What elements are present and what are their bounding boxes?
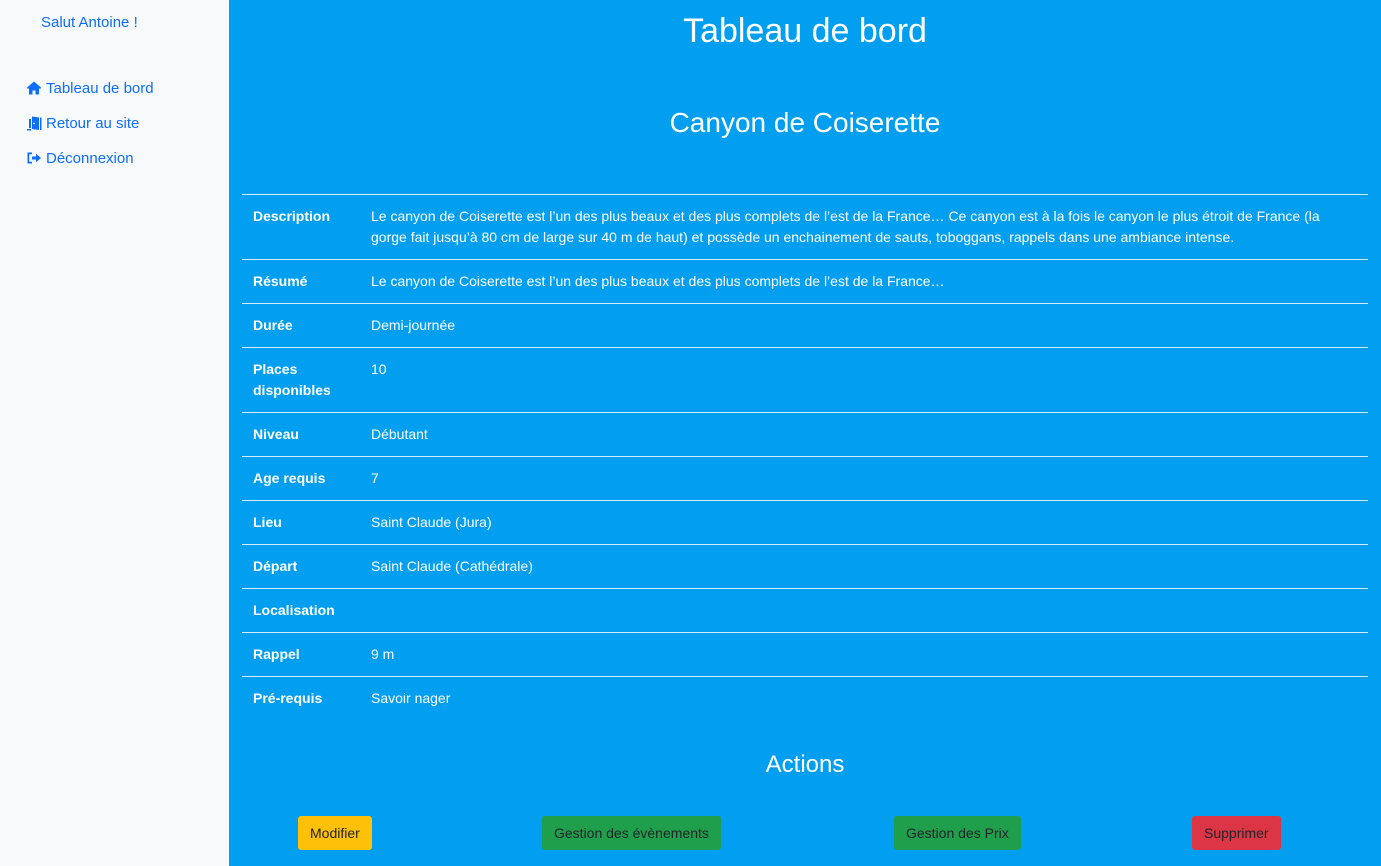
sign-out-icon <box>26 150 42 166</box>
row-value: Débutant <box>371 426 428 442</box>
row-value: Savoir nager <box>371 690 451 706</box>
row-value <box>371 589 1368 633</box>
sidebar-item-dashboard[interactable]: Tableau de bord <box>26 78 154 98</box>
sidebar: Salut Antoine ! Tableau de bord Retour a… <box>0 0 229 866</box>
sidebar-item-label: Déconnexion <box>46 149 134 167</box>
row-value: Le canyon de Coiserette est l’un des plu… <box>371 208 1320 245</box>
sidebar-item-label: Retour au site <box>46 114 140 132</box>
sidebar-item-back-to-site[interactable]: Retour au site <box>26 113 154 133</box>
modify-button[interactable]: Modifier <box>298 816 372 850</box>
row-value: Demi-journée <box>371 317 456 333</box>
row-value: Saint Claude (Cathédrale) <box>371 558 533 574</box>
table-row: Description Le canyon de Coiserette est … <box>242 194 1368 260</box>
table-row: Localisation <box>242 588 1368 633</box>
row-value: Saint Claude (Jura) <box>371 514 492 530</box>
page-title: Tableau de bord <box>683 12 927 50</box>
table-row: Lieu Saint Claude (Jura) <box>242 500 1368 545</box>
table-row: Places disponibles 10 <box>242 347 1368 413</box>
row-label: Résumé <box>253 273 308 289</box>
row-label: Localisation <box>253 602 335 618</box>
details-table: Description Le canyon de Coiserette est … <box>242 194 1368 720</box>
main-content: Tableau de bord Canyon de Coiserette Des… <box>229 0 1381 866</box>
table-row: Rappel 9 m <box>242 632 1368 677</box>
sidebar-item-logout[interactable]: Déconnexion <box>26 148 154 168</box>
row-label: Places disponibles <box>253 361 331 398</box>
sidebar-item-label: Tableau de bord <box>46 79 154 97</box>
manage-prices-button[interactable]: Gestion des Prix <box>894 816 1021 850</box>
table-row: Pré-requis Savoir nager <box>242 676 1368 721</box>
row-label: Niveau <box>253 426 299 442</box>
row-label: Durée <box>253 317 293 333</box>
table-row: Niveau Débutant <box>242 412 1368 457</box>
greeting-text: Salut Antoine ! <box>41 14 138 31</box>
row-label: Rappel <box>253 646 300 662</box>
delete-button[interactable]: Supprimer <box>1192 816 1281 850</box>
manage-events-button[interactable]: Gestion des évènements <box>542 816 721 850</box>
row-value: 10 <box>371 361 387 377</box>
row-label: Départ <box>253 558 298 574</box>
row-value: 7 <box>371 470 379 486</box>
row-label: Lieu <box>253 514 282 530</box>
door-exit-icon <box>26 115 42 131</box>
row-label: Age requis <box>253 470 326 486</box>
table-row: Age requis 7 <box>242 456 1368 501</box>
row-label: Pré-requis <box>253 690 323 706</box>
row-value: 9 m <box>371 646 395 662</box>
canyon-title: Canyon de Coiserette <box>669 107 941 138</box>
row-label: Description <box>253 208 331 224</box>
sidebar-nav: Tableau de bord Retour au site Déconnexi… <box>26 78 154 183</box>
table-row: Départ Saint Claude (Cathédrale) <box>242 544 1368 589</box>
home-icon <box>26 80 42 96</box>
table-row: Résumé Le canyon de Coiserette est l’un … <box>242 259 1368 304</box>
actions-heading: Actions <box>765 751 845 778</box>
table-row: Durée Demi-journée <box>242 303 1368 348</box>
row-value: Le canyon de Coiserette est l’un des plu… <box>371 273 945 289</box>
